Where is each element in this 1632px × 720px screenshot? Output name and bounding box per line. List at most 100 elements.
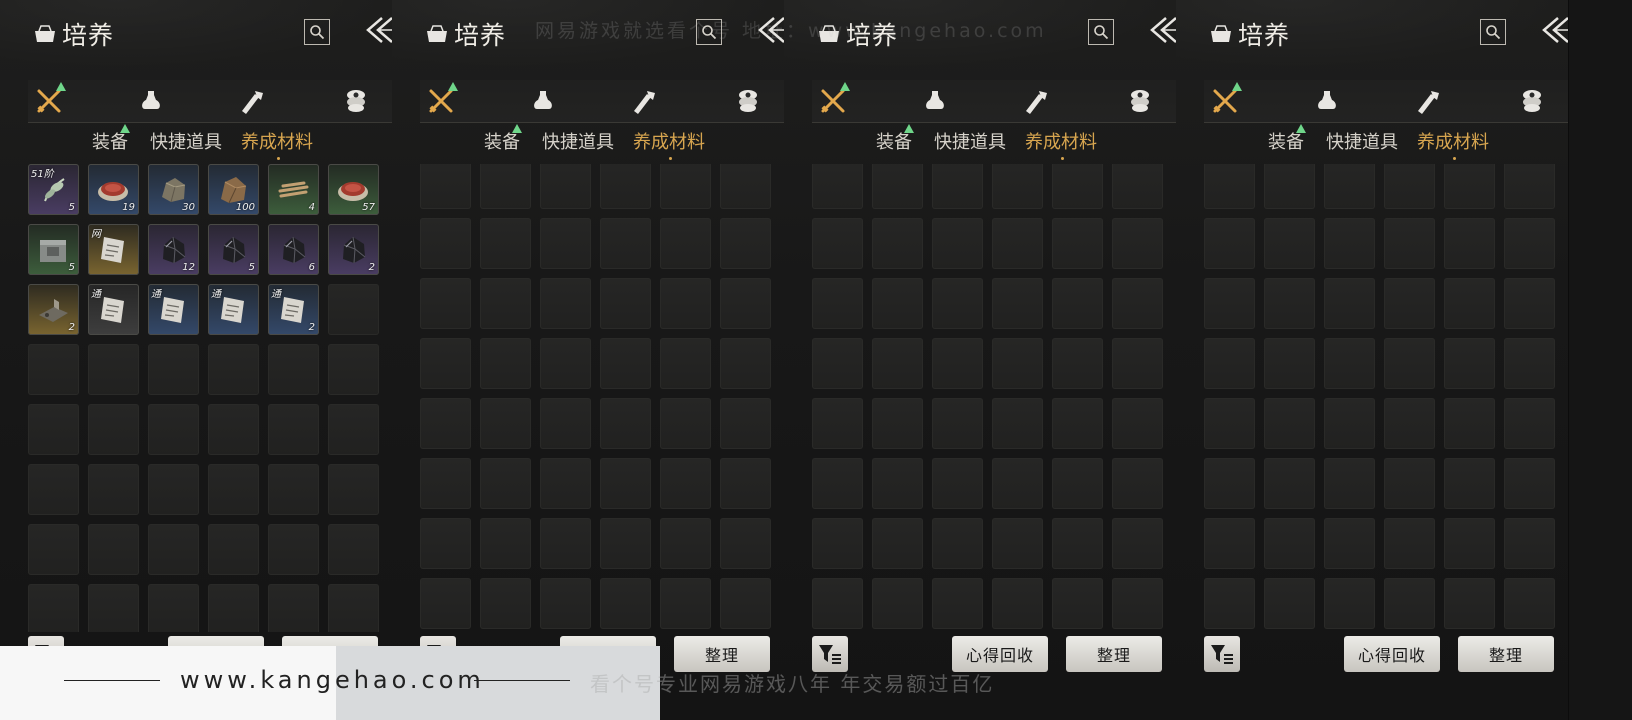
empty-slot[interactable]	[480, 578, 531, 629]
empty-slot[interactable]	[480, 218, 531, 269]
tab-quick-items[interactable]: 快捷道具	[934, 128, 1006, 154]
empty-slot[interactable]	[992, 338, 1043, 389]
empty-slot[interactable]	[660, 518, 711, 569]
empty-slot[interactable]	[88, 584, 139, 632]
empty-slot[interactable]	[1204, 218, 1255, 269]
empty-slot[interactable]	[1444, 518, 1495, 569]
gem-stack-icon[interactable]	[1125, 86, 1155, 116]
empty-slot[interactable]	[1384, 218, 1435, 269]
sort-button[interactable]: 整理	[1458, 636, 1554, 672]
empty-slot[interactable]	[660, 278, 711, 329]
empty-slot[interactable]	[812, 518, 863, 569]
item-slot[interactable]: 网	[88, 224, 139, 275]
item-slot[interactable]: 通	[208, 284, 259, 335]
empty-slot[interactable]	[480, 458, 531, 509]
empty-slot[interactable]	[600, 278, 651, 329]
empty-slot[interactable]	[1504, 398, 1555, 449]
empty-slot[interactable]	[88, 404, 139, 455]
empty-slot[interactable]	[720, 164, 771, 209]
empty-slot[interactable]	[812, 458, 863, 509]
empty-slot[interactable]	[932, 518, 983, 569]
empty-slot[interactable]	[1384, 578, 1435, 629]
item-slot[interactable]: 30	[148, 164, 199, 215]
empty-slot[interactable]	[268, 584, 319, 632]
empty-slot[interactable]	[1384, 458, 1435, 509]
empty-slot[interactable]	[872, 578, 923, 629]
tab-materials[interactable]: 养成材料	[241, 128, 313, 160]
empty-slot[interactable]	[1112, 398, 1163, 449]
empty-slot[interactable]	[420, 578, 471, 629]
empty-slot[interactable]	[420, 164, 471, 209]
empty-slot[interactable]	[148, 584, 199, 632]
empty-slot[interactable]	[872, 458, 923, 509]
empty-slot[interactable]	[600, 218, 651, 269]
filter-button[interactable]	[812, 636, 848, 672]
item-slot[interactable]: 51阶 5	[28, 164, 79, 215]
empty-slot[interactable]	[1324, 518, 1375, 569]
empty-slot[interactable]	[872, 338, 923, 389]
empty-slot[interactable]	[1052, 518, 1103, 569]
empty-slot[interactable]	[88, 464, 139, 515]
empty-slot[interactable]	[1204, 578, 1255, 629]
empty-slot[interactable]	[328, 284, 379, 335]
empty-slot[interactable]	[1264, 398, 1315, 449]
empty-slot[interactable]	[660, 578, 711, 629]
search-button[interactable]	[1088, 19, 1114, 45]
empty-slot[interactable]	[600, 338, 651, 389]
empty-slot[interactable]	[1264, 338, 1315, 389]
empty-slot[interactable]	[932, 278, 983, 329]
item-slot[interactable]: 12	[148, 224, 199, 275]
back-button[interactable]	[1146, 14, 1176, 46]
item-slot[interactable]: 通	[148, 284, 199, 335]
empty-slot[interactable]	[1112, 218, 1163, 269]
gourd-icon[interactable]	[920, 86, 950, 116]
empty-slot[interactable]	[480, 398, 531, 449]
empty-slot[interactable]	[148, 464, 199, 515]
empty-slot[interactable]	[208, 344, 259, 395]
empty-slot[interactable]	[1204, 518, 1255, 569]
empty-slot[interactable]	[420, 278, 471, 329]
empty-slot[interactable]	[148, 404, 199, 455]
empty-slot[interactable]	[872, 398, 923, 449]
empty-slot[interactable]	[720, 458, 771, 509]
empty-slot[interactable]	[932, 218, 983, 269]
empty-slot[interactable]	[1504, 218, 1555, 269]
empty-slot[interactable]	[328, 584, 379, 632]
empty-slot[interactable]	[268, 464, 319, 515]
empty-slot[interactable]	[1204, 164, 1255, 209]
scroll-brush-icon[interactable]	[1020, 86, 1050, 116]
empty-slot[interactable]	[540, 398, 591, 449]
item-slot[interactable]: 57	[328, 164, 379, 215]
gem-stack-icon[interactable]	[733, 86, 763, 116]
sort-button[interactable]: 整理	[1066, 636, 1162, 672]
empty-slot[interactable]	[992, 278, 1043, 329]
empty-slot[interactable]	[1444, 218, 1495, 269]
item-slot[interactable]: 2	[328, 224, 379, 275]
empty-slot[interactable]	[540, 164, 591, 209]
gourd-icon[interactable]	[136, 86, 166, 116]
empty-slot[interactable]	[932, 338, 983, 389]
empty-slot[interactable]	[872, 278, 923, 329]
sort-button[interactable]: 整理	[674, 636, 770, 672]
empty-slot[interactable]	[1204, 398, 1255, 449]
empty-slot[interactable]	[1504, 458, 1555, 509]
empty-slot[interactable]	[328, 464, 379, 515]
item-slot[interactable]: 5	[28, 224, 79, 275]
gem-stack-icon[interactable]	[341, 86, 371, 116]
empty-slot[interactable]	[992, 398, 1043, 449]
scroll-brush-icon[interactable]	[236, 86, 266, 116]
empty-slot[interactable]	[1052, 578, 1103, 629]
empty-slot[interactable]	[872, 164, 923, 209]
recycle-button[interactable]: 心得回收	[952, 636, 1048, 672]
empty-slot[interactable]	[932, 458, 983, 509]
empty-slot[interactable]	[420, 518, 471, 569]
empty-slot[interactable]	[1504, 164, 1555, 209]
empty-slot[interactable]	[1444, 458, 1495, 509]
empty-slot[interactable]	[268, 404, 319, 455]
empty-slot[interactable]	[88, 344, 139, 395]
item-slot[interactable]: 4	[268, 164, 319, 215]
empty-slot[interactable]	[660, 458, 711, 509]
empty-slot[interactable]	[1264, 278, 1315, 329]
empty-slot[interactable]	[540, 458, 591, 509]
empty-slot[interactable]	[600, 458, 651, 509]
